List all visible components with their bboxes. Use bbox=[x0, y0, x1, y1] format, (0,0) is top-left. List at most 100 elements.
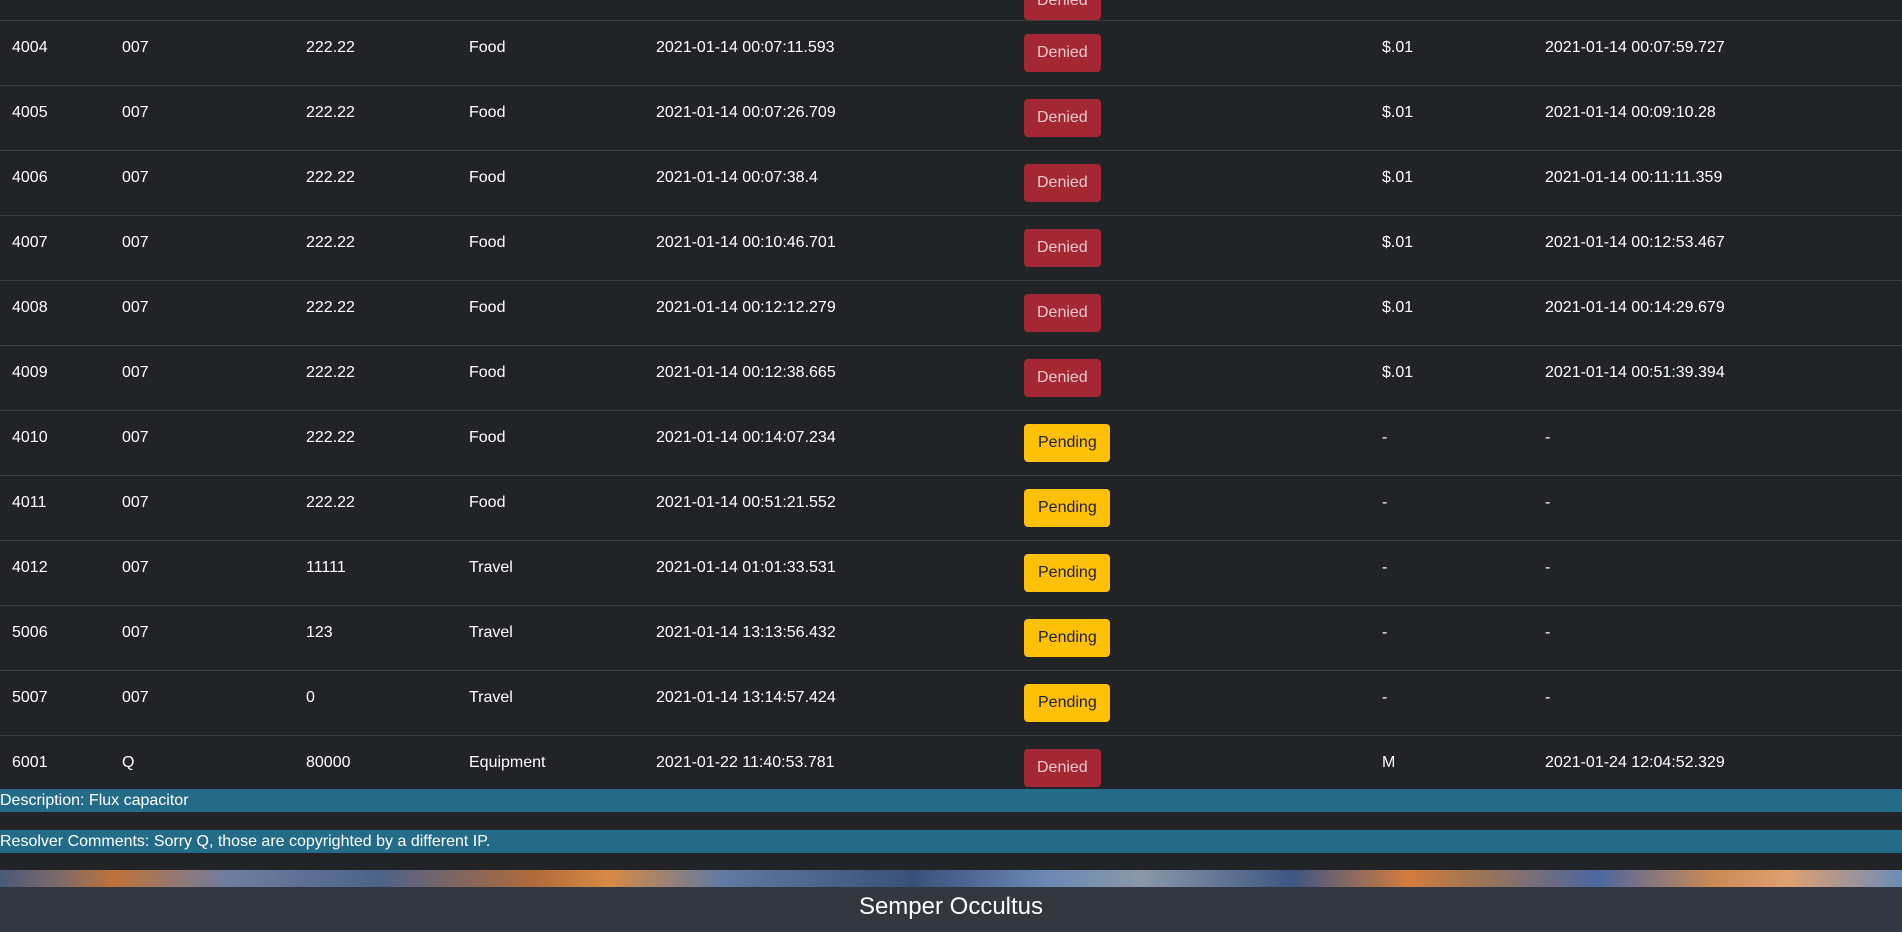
type-cell: Travel bbox=[469, 559, 513, 576]
submitted-date-cell: 2021-01-14 00:10:46.701 bbox=[656, 234, 836, 251]
employee-cell: 007 bbox=[122, 104, 149, 121]
resolved-date-cell: - bbox=[1545, 494, 1551, 511]
amount-cell: 222.22 bbox=[306, 104, 355, 121]
status-cell: Pending bbox=[1024, 489, 1110, 527]
request-id-cell: 4010 bbox=[12, 429, 48, 446]
status-badge: Denied bbox=[1024, 99, 1101, 137]
submitted-date-cell: 2021-01-14 00:51:21.552 bbox=[656, 494, 836, 511]
resolver-cell: $.01 bbox=[1382, 169, 1414, 186]
type-cell: Food bbox=[469, 39, 506, 56]
table-row: 4010 007 222.22 Food 2021-01-14 00:14:07.234… bbox=[0, 411, 1902, 476]
resolver-cell: $.01 bbox=[1382, 299, 1414, 316]
status-cell: Pending bbox=[1024, 424, 1110, 462]
resolved-date-cell: 2021-01-14 00:14:29.679 bbox=[1545, 299, 1725, 316]
request-id-cell: 4009 bbox=[12, 364, 48, 381]
resolved-date-cell: - bbox=[1545, 559, 1551, 576]
resolver-comments-bar: Resolver Comments: Sorry Q, those are co… bbox=[0, 830, 1902, 853]
request-id-cell: 4004 bbox=[12, 39, 48, 56]
amount-cell: 222.22 bbox=[306, 364, 355, 381]
status-cell: Denied bbox=[1024, 229, 1101, 267]
request-id-cell: 4012 bbox=[12, 559, 48, 576]
status-cell: Pending bbox=[1024, 684, 1110, 722]
request-id-cell: 5007 bbox=[12, 689, 48, 706]
amount-cell: 11111 bbox=[306, 559, 346, 576]
employee-cell: Q bbox=[122, 754, 135, 771]
status-cell: Denied bbox=[1024, 164, 1101, 202]
table-row: 4012 007 11111 Travel 2021-01-14 01:01:33.53… bbox=[0, 541, 1902, 606]
type-cell: Equipment bbox=[469, 754, 546, 771]
status-cell: Denied bbox=[1024, 34, 1101, 72]
type-cell: Food bbox=[469, 364, 506, 381]
status-badge: Denied bbox=[1024, 749, 1101, 787]
resolver-cell: - bbox=[1382, 689, 1388, 706]
description-bar: Description: Flux capacitor bbox=[0, 789, 1902, 812]
amount-cell: 222.22 bbox=[306, 39, 355, 56]
submitted-date-cell: 2021-01-14 13:14:57.424 bbox=[656, 689, 836, 706]
status-badge: Pending bbox=[1024, 619, 1110, 657]
status-cell: Denied bbox=[1024, 359, 1101, 397]
footer: Semper Occultus bbox=[0, 887, 1902, 932]
resolver-cell: $.01 bbox=[1382, 234, 1414, 251]
resolver-cell: - bbox=[1382, 624, 1388, 641]
table-row: 4004 007 222.22 Food 2021-01-14 00:07:11.593… bbox=[0, 21, 1902, 86]
amount-cell: 0 bbox=[306, 689, 315, 706]
status-cell: Denied bbox=[1024, 99, 1101, 137]
amount-cell: 222.22 bbox=[306, 234, 355, 251]
type-cell: Travel bbox=[469, 624, 513, 641]
table-row: 5007 007 0 Travel 2021-01-14 13:14:57.424 - - P… bbox=[0, 671, 1902, 736]
resolver-cell: - bbox=[1382, 559, 1388, 576]
employee-cell: 007 bbox=[122, 234, 149, 251]
amount-cell: 222.22 bbox=[306, 429, 355, 446]
employee-cell: 007 bbox=[122, 364, 149, 381]
employee-cell: 007 bbox=[122, 169, 149, 186]
status-cell: Denied bbox=[1024, 749, 1101, 787]
resolver-cell: M bbox=[1382, 754, 1396, 771]
amount-cell: 222.22 bbox=[306, 299, 355, 316]
table-row: 4007 007 222.22 Food 2021-01-14 00:10:46.701… bbox=[0, 216, 1902, 281]
employee-cell: 007 bbox=[122, 689, 149, 706]
resolved-date-cell: - bbox=[1545, 624, 1551, 641]
request-id-cell: 4005 bbox=[12, 104, 48, 121]
resolver-cell: - bbox=[1382, 494, 1388, 511]
type-cell: Travel bbox=[469, 689, 513, 706]
table-row: 4011 007 222.22 Food 2021-01-14 00:51:21.552… bbox=[0, 476, 1902, 541]
status-badge: Pending bbox=[1024, 424, 1110, 462]
type-cell: Food bbox=[469, 299, 506, 316]
table-row: 4008 007 222.22 Food 2021-01-14 00:12:12.279… bbox=[0, 281, 1902, 346]
resolver-cell: $.01 bbox=[1382, 104, 1414, 121]
request-id-cell: 4006 bbox=[12, 169, 48, 186]
employee-cell: 007 bbox=[122, 624, 149, 641]
status-cell: Denied bbox=[1024, 0, 1101, 20]
amount-cell: 123 bbox=[306, 624, 333, 641]
employee-cell: 007 bbox=[122, 494, 149, 511]
submitted-date-cell: 2021-01-14 00:14:07.234 bbox=[656, 429, 836, 446]
submitted-date-cell: 2021-01-14 00:12:12.279 bbox=[656, 299, 836, 316]
resolved-date-cell: 2021-01-14 00:12:53.467 bbox=[1545, 234, 1725, 251]
status-badge: Denied bbox=[1024, 164, 1101, 202]
submitted-date-cell: 2021-01-14 01:01:33.531 bbox=[656, 559, 836, 576]
resolved-date-cell: - bbox=[1545, 429, 1551, 446]
status-badge: Denied bbox=[1024, 294, 1101, 332]
request-id-cell: 5006 bbox=[12, 624, 48, 641]
request-id-cell: 4008 bbox=[12, 299, 48, 316]
table-row: 4005 007 222.22 Food 2021-01-14 00:07:26.709… bbox=[0, 86, 1902, 151]
resolved-date-cell: 2021-01-14 00:11:11.359 bbox=[1545, 169, 1723, 186]
status-badge: Pending bbox=[1024, 684, 1110, 722]
table-row: 5006 007 123 Travel 2021-01-14 13:13:56.432 -… bbox=[0, 606, 1902, 671]
status-badge: Pending bbox=[1024, 489, 1110, 527]
status-badge: Denied bbox=[1024, 0, 1101, 20]
footer-banner-image bbox=[0, 870, 1902, 887]
submitted-date-cell: 2021-01-14 00:07:11.593 bbox=[656, 39, 835, 56]
status-badge: Pending bbox=[1024, 554, 1110, 592]
submitted-date-cell: 2021-01-14 00:07:26.709 bbox=[656, 104, 836, 121]
table-row: Denied bbox=[0, 0, 1902, 21]
request-id-cell: 4011 bbox=[12, 494, 47, 511]
amount-cell: 222.22 bbox=[306, 494, 355, 511]
resolved-date-cell: 2021-01-14 00:07:59.727 bbox=[1545, 39, 1725, 56]
type-cell: Food bbox=[469, 429, 506, 446]
status-cell: Pending bbox=[1024, 619, 1110, 657]
request-id-cell: 6001 bbox=[12, 754, 48, 771]
resolver-cell: - bbox=[1382, 429, 1388, 446]
type-cell: Food bbox=[469, 234, 506, 251]
status-cell: Pending bbox=[1024, 554, 1110, 592]
